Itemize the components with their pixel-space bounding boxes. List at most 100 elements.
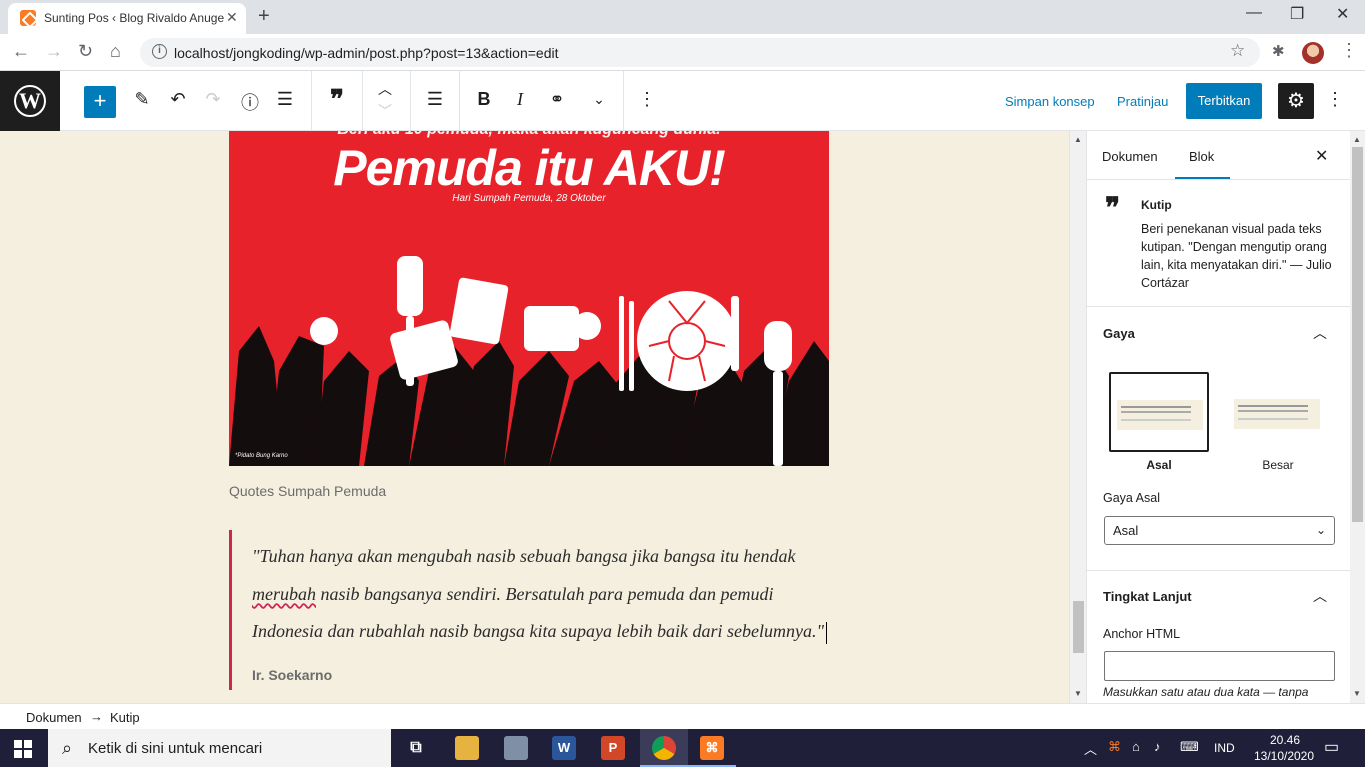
tray-chevron-up-icon[interactable]: ︿ — [1084, 739, 1097, 758]
editor-canvas[interactable]: Beri aku 10 pemuda, maka akan kuguncang … — [0, 131, 1069, 703]
pencil-tools-icon[interactable]: ✎ — [128, 89, 156, 110]
file-explorer-icon[interactable] — [455, 736, 479, 760]
clock-date[interactable]: 13/10/2020 — [1248, 749, 1320, 763]
content-scrollbar[interactable]: ▲ ▼ — [1069, 131, 1086, 703]
minimize-button[interactable]: — — [1246, 4, 1262, 22]
clock-time[interactable]: 20.46 — [1262, 733, 1308, 747]
tray-xampp-icon[interactable]: ⌘ — [1108, 739, 1121, 755]
editor-toolbar: W + ✎ ↶ ↷ ⓘ ☰ ❞ ︿ ﹀ ☰ B I ⚭ ⌄ ⋮ Simpan k… — [0, 71, 1365, 131]
tab-block[interactable]: Blok — [1189, 149, 1214, 164]
reload-icon[interactable]: ↻ — [78, 41, 93, 62]
quote-citation[interactable]: Ir. Soekarno — [252, 667, 332, 683]
omnibox[interactable]: i localhost/jongkoding/wp-admin/post.php… — [140, 38, 1260, 67]
taskbar-search-box[interactable]: ⌕ Ketik di sini untuk mencari — [48, 729, 391, 767]
anchor-help-text: Masukkan satu atau dua kata — tanpa — [1103, 685, 1309, 699]
xampp-favicon-icon — [20, 10, 36, 26]
undo-icon[interactable]: ↶ — [164, 89, 192, 110]
browser-menu-icon[interactable]: ⋮ — [1340, 40, 1358, 61]
advanced-panel-title[interactable]: Tingkat Lanjut — [1103, 589, 1192, 604]
notification-icon[interactable]: ▭ — [1324, 737, 1339, 757]
photos-app-icon[interactable] — [504, 736, 528, 760]
forward-arrow-icon[interactable]: → — [45, 41, 63, 62]
styles-panel-title[interactable]: Gaya — [1103, 326, 1135, 341]
keyboard-icon[interactable]: ⌨ — [1180, 739, 1199, 755]
save-draft-button[interactable]: Simpan konsep — [1005, 94, 1095, 109]
back-arrow-icon[interactable]: ← — [12, 41, 30, 62]
search-icon: ⌕ — [62, 738, 73, 758]
quote-block-icon[interactable]: ❞ — [323, 85, 351, 115]
chevron-up-icon[interactable]: ︿ — [1313, 586, 1327, 606]
default-style-select[interactable]: Asal ⌄ — [1104, 516, 1335, 545]
sidebar-scroll-thumb[interactable] — [1352, 147, 1363, 522]
quote-block[interactable]: "Tuhan hanya akan mengubah nasib sebuah … — [229, 530, 829, 690]
image-caption[interactable]: Quotes Sumpah Pemuda — [229, 483, 386, 499]
settings-sidebar: Dokumen Blok ✕ ❞ Kutip Beri penekanan vi… — [1086, 131, 1350, 703]
powerpoint-icon[interactable]: P — [601, 736, 625, 760]
breadcrumb-document[interactable]: Dokumen — [26, 710, 82, 725]
style-option-large[interactable] — [1227, 372, 1327, 452]
style-large-label: Besar — [1262, 458, 1294, 472]
breadcrumb-arrow-icon: → — [90, 709, 103, 724]
taskbar-chrome-active[interactable] — [640, 729, 688, 767]
browser-tab[interactable]: Sunting Pos ‹ Blog Rivaldo Anugerah ✕ — [8, 3, 246, 34]
close-sidebar-icon[interactable]: ✕ — [1315, 146, 1328, 166]
publish-button[interactable]: Terbitkan — [1186, 83, 1262, 119]
tab-title: Sunting Pos ‹ Blog Rivaldo Anugerah — [44, 11, 224, 25]
settings-gear-icon[interactable]: ⚙ — [1278, 83, 1314, 119]
italic-icon[interactable]: I — [506, 89, 534, 110]
sidebar-scrollbar[interactable]: ▲ ▼ — [1350, 131, 1365, 703]
language-indicator[interactable]: IND — [1214, 741, 1235, 755]
raised-hands-illustration — [229, 256, 829, 466]
site-info-icon[interactable]: i — [152, 44, 167, 59]
details-info-icon[interactable]: ⓘ — [236, 89, 264, 115]
word-icon[interactable]: W — [552, 736, 576, 760]
misspelled-word[interactable]: merubah — [252, 584, 316, 604]
xampp-icon: ⌘ — [700, 736, 724, 760]
link-icon[interactable]: ⚭ — [543, 89, 571, 110]
block-options-icon[interactable]: ⋮ — [633, 89, 661, 110]
new-tab-button[interactable]: + — [258, 5, 270, 28]
chrome-icon — [652, 736, 676, 760]
network-icon[interactable]: ⌂ — [1132, 739, 1140, 754]
chevron-up-icon[interactable]: ︿ — [1313, 323, 1327, 343]
task-view-icon[interactable]: ⧉ — [404, 736, 428, 760]
outline-list-icon[interactable]: ☰ — [271, 89, 299, 110]
wordpress-logo-icon[interactable]: W — [0, 71, 60, 131]
more-tools-icon[interactable]: ⋮ — [1326, 89, 1344, 110]
tab-document[interactable]: Dokumen — [1102, 149, 1158, 164]
move-up-icon[interactable]: ︿ — [371, 79, 399, 99]
anchor-html-input[interactable] — [1104, 651, 1335, 681]
scroll-up-arrow-icon[interactable]: ▲ — [1074, 135, 1082, 144]
block-breadcrumb: Dokumen → Kutip — [0, 703, 1365, 729]
redo-icon[interactable]: ↷ — [199, 89, 227, 110]
url-text[interactable]: localhost/jongkoding/wp-admin/post.php?p… — [174, 45, 559, 61]
scroll-down-arrow-icon[interactable]: ▼ — [1074, 689, 1082, 698]
block-inserter-button[interactable]: + — [84, 86, 116, 118]
windows-start-icon[interactable] — [14, 740, 32, 758]
scroll-up-arrow-icon[interactable]: ▲ — [1353, 135, 1361, 144]
close-window-button[interactable]: ✕ — [1336, 4, 1349, 24]
content-scroll-thumb[interactable] — [1073, 601, 1084, 653]
bookmark-star-icon[interactable]: ☆ — [1230, 41, 1245, 61]
search-placeholder: Ketik di sini untuk mencari — [88, 740, 263, 757]
profile-avatar[interactable] — [1302, 42, 1324, 64]
move-down-icon[interactable]: ﹀ — [371, 101, 399, 121]
style-default-label: Asal — [1146, 458, 1172, 472]
more-formats-chevron-icon[interactable]: ⌄ — [585, 91, 613, 108]
quote-text-part-1: "Tuhan hanya akan mengubah nasib sebuah … — [252, 546, 796, 566]
taskbar-xampp[interactable]: ⌘ — [688, 729, 736, 767]
preview-button[interactable]: Pratinjau — [1117, 94, 1168, 109]
scroll-down-arrow-icon[interactable]: ▼ — [1353, 689, 1361, 698]
volume-icon[interactable]: ♪ — [1154, 739, 1161, 754]
maximize-button[interactable]: ❐ — [1290, 4, 1304, 24]
style-option-default[interactable] — [1109, 372, 1209, 452]
bold-icon[interactable]: B — [470, 89, 498, 110]
divider — [1087, 570, 1350, 571]
tab-close-icon[interactable]: ✕ — [226, 9, 238, 26]
align-left-icon[interactable]: ☰ — [421, 89, 449, 110]
extensions-puzzle-icon[interactable]: ✱ — [1272, 42, 1285, 60]
quote-text[interactable]: "Tuhan hanya akan mengubah nasib sebuah … — [252, 538, 832, 651]
home-icon[interactable]: ⌂ — [110, 41, 121, 62]
breadcrumb-block[interactable]: Kutip — [110, 710, 140, 725]
poster-image[interactable]: Beri aku 10 pemuda, maka akan kuguncang … — [229, 131, 829, 466]
